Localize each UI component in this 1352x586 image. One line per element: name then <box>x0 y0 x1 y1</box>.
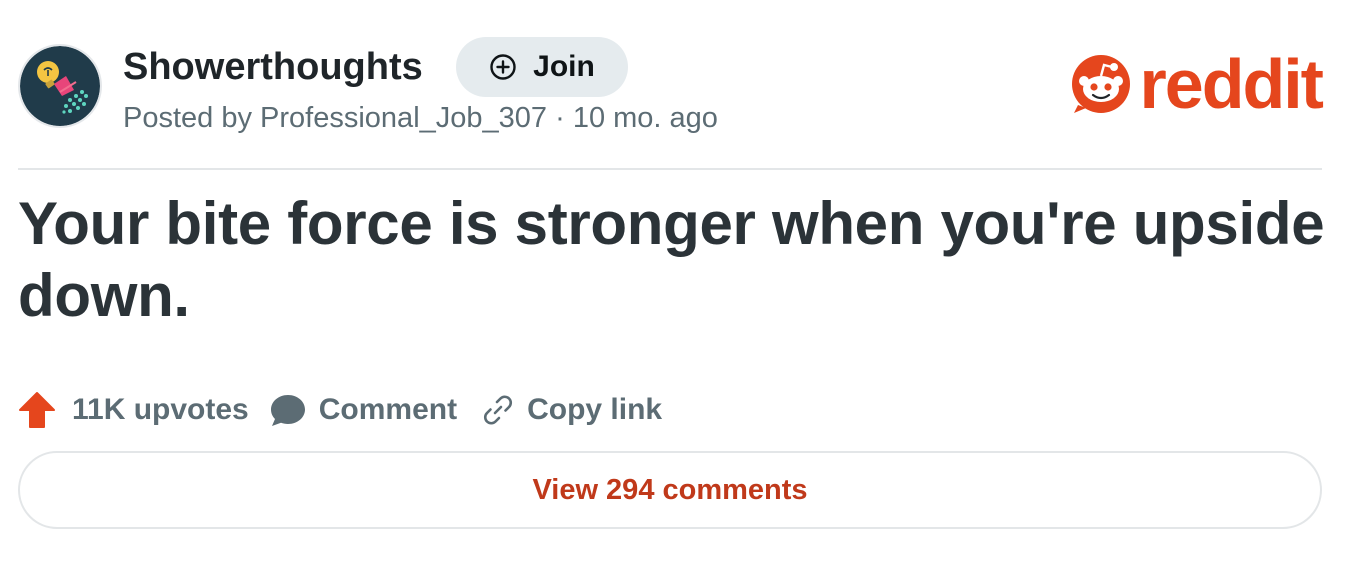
upvote-count: 11K upvotes <box>72 393 249 426</box>
community-name[interactable]: Showerthoughts <box>123 44 423 90</box>
posted-by-prefix: Posted by <box>123 102 252 134</box>
upvote-button[interactable]: 11K upvotes <box>18 391 249 429</box>
header-divider <box>18 168 1322 170</box>
post-header: Showerthoughts Join Posted by Profession… <box>18 37 1324 136</box>
post-age: 10 mo. ago <box>572 102 718 134</box>
reddit-snoo-icon <box>1071 55 1130 113</box>
join-button[interactable]: Join <box>456 37 628 97</box>
community-avatar[interactable] <box>18 44 102 128</box>
join-label: Join <box>533 50 595 83</box>
copy-link-label: Copy link <box>527 393 663 426</box>
post-title[interactable]: Your bite force is stronger when you're … <box>18 188 1328 332</box>
shower-lightbulb-icon <box>20 46 100 126</box>
comment-button[interactable]: Comment <box>269 392 457 428</box>
author-name[interactable]: Professional_Job_307 <box>260 102 547 134</box>
post-actions: 11K upvotes Comment Copy link <box>18 388 662 432</box>
plus-circle-icon <box>490 54 516 80</box>
link-icon <box>484 395 513 425</box>
comment-bubble-icon <box>270 395 305 426</box>
comment-label: Comment <box>318 393 458 426</box>
meta-separator: · <box>555 102 565 134</box>
view-comments-button[interactable]: View 294 comments <box>18 451 1322 529</box>
copy-link-button[interactable]: Copy link <box>481 393 662 427</box>
upvote-arrow-icon <box>19 392 55 428</box>
reddit-logo[interactable]: reddit <box>1070 45 1324 123</box>
reddit-wordmark: reddit <box>1139 45 1324 123</box>
post-meta: Posted by Professional_Job_307 · 10 mo. … <box>123 100 718 136</box>
